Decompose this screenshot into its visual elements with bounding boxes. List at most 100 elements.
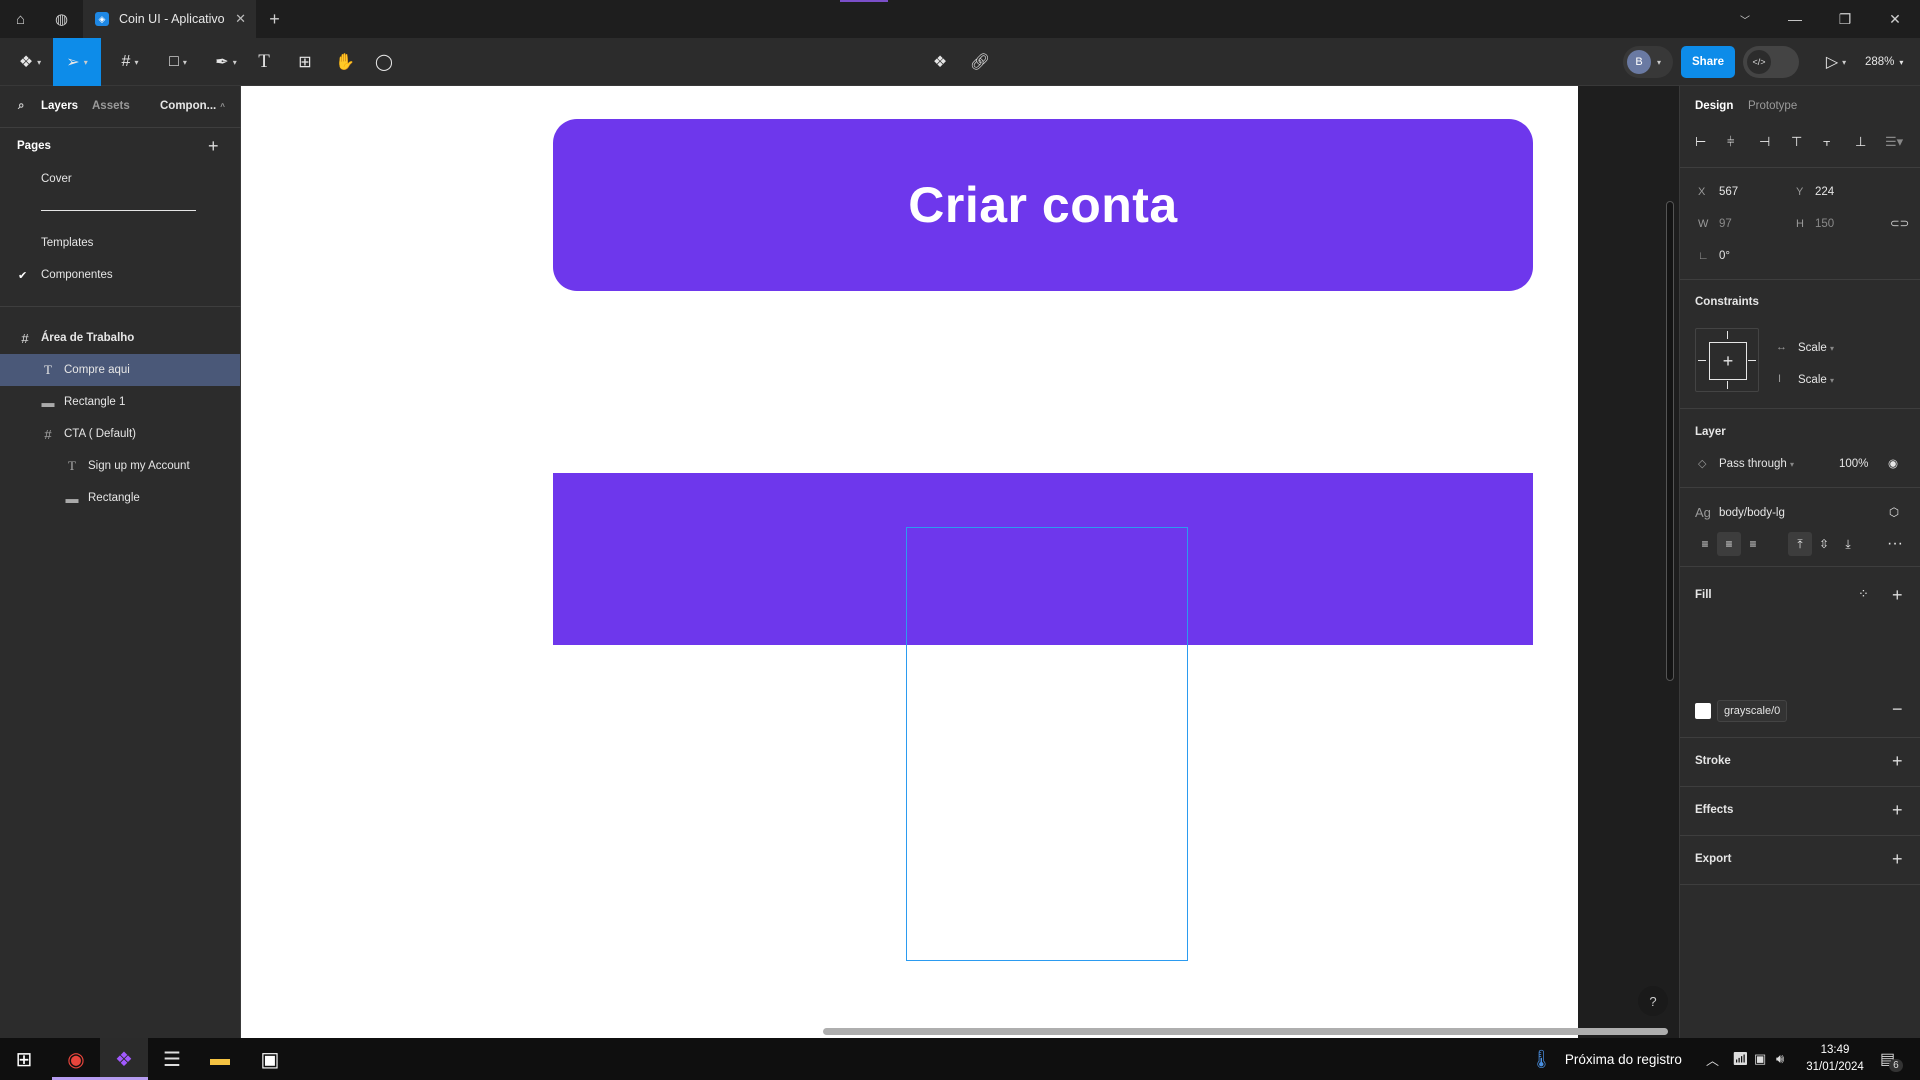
page-item-cover[interactable]: Cover	[41, 173, 72, 185]
page-item-templates[interactable]: Templates	[41, 237, 93, 249]
hand-tool-button[interactable]: ✋	[333, 38, 357, 86]
more-text-options-button[interactable]: ···	[1883, 532, 1907, 556]
volume-icon[interactable]: 🔊︎	[1776, 1038, 1784, 1080]
selection-box-compre-aqui[interactable]	[906, 527, 1188, 961]
rotation-input[interactable]: 0°	[1719, 250, 1730, 262]
move-tool-button[interactable]: ➢ ▾	[53, 38, 101, 86]
community-button[interactable]: ◍	[41, 0, 82, 38]
dev-mode-toggle[interactable]: </>	[1743, 46, 1799, 78]
h-input[interactable]: 150	[1815, 218, 1834, 230]
vertical-align-bottom-button[interactable]: ⤓	[1836, 532, 1860, 556]
comment-tool-button[interactable]: ◯	[372, 38, 396, 86]
main-menu-button[interactable]: ❖ ▾	[10, 38, 50, 86]
start-button[interactable]: ⊞	[0, 1038, 48, 1080]
detach-style-icon[interactable]: ⬡	[1889, 505, 1899, 519]
text-style-name[interactable]: body/body-lg	[1719, 507, 1785, 519]
tab-assets[interactable]: Assets	[92, 86, 130, 126]
align-horizontal-center-icon[interactable]: ⫩	[1727, 134, 1734, 150]
distribute-icon[interactable]: ☰▾	[1885, 134, 1903, 150]
blend-mode-dropdown[interactable]: Pass through ▾	[1719, 458, 1794, 470]
add-page-button[interactable]: +	[208, 136, 219, 157]
tab-prototype[interactable]: Prototype	[1748, 100, 1797, 112]
taskbar-file-explorer[interactable]: ▬	[196, 1038, 244, 1080]
page-item-componentes[interactable]: Componentes	[41, 269, 113, 281]
text-tool-button[interactable]: T	[252, 38, 276, 86]
add-stroke-button[interactable]: +	[1892, 752, 1903, 770]
tab-title: Coin UI - Aplicativo	[119, 12, 225, 26]
horizontal-constraint-dropdown[interactable]: Scale ▾	[1798, 342, 1834, 354]
align-bottom-icon[interactable]: ⊥	[1855, 134, 1866, 150]
layer-row[interactable]: T Sign up my Account	[0, 450, 240, 482]
y-input[interactable]: 224	[1815, 186, 1834, 198]
create-component-button[interactable]: ❖	[928, 38, 952, 86]
artboard-frame[interactable]: Criar conta	[241, 86, 1578, 1038]
shape-tool-button[interactable]: □ ▾	[158, 38, 198, 86]
fill-color-swatch[interactable]	[1695, 703, 1711, 719]
tab-layers[interactable]: Layers	[41, 86, 78, 126]
add-export-button[interactable]: +	[1892, 850, 1903, 868]
text-align-right-button[interactable]: ≡	[1741, 532, 1765, 556]
notifications-button[interactable]: ▤ 6	[1880, 1038, 1903, 1080]
show-hidden-icons-button[interactable]: ︿	[1706, 1038, 1719, 1080]
vertical-align-middle-button[interactable]: ⇳	[1812, 532, 1836, 556]
fill-style-name[interactable]: grayscale/0	[1717, 700, 1788, 722]
zoom-dropdown[interactable]: 288% ▾	[1865, 38, 1903, 86]
text-align-left-button[interactable]: ≡	[1693, 532, 1717, 556]
constraints-widget[interactable]: +	[1695, 328, 1759, 392]
page-item-divider[interactable]	[41, 210, 196, 211]
layer-row[interactable]: ▬ Rectangle 1	[0, 386, 240, 418]
close-tab-icon[interactable]: ✕	[235, 11, 246, 27]
taskbar-figma[interactable]: ❖	[100, 1038, 148, 1080]
tab-design[interactable]: Design	[1695, 100, 1733, 112]
close-window-button[interactable]: ✕	[1870, 0, 1920, 38]
display-icon[interactable]: ▣	[1754, 1038, 1766, 1080]
link-button[interactable]: 🔗︎	[968, 38, 992, 86]
align-top-icon[interactable]: ⊤	[1791, 134, 1802, 150]
multiplayer-avatars[interactable]: B ▾	[1623, 46, 1673, 78]
horizontal-scrollbar[interactable]	[823, 1028, 1668, 1035]
vertical-align-top-button[interactable]: ⤒	[1788, 532, 1812, 556]
remove-fill-button[interactable]: −	[1892, 700, 1903, 718]
layer-row-selected[interactable]: T Compre aqui	[0, 354, 240, 386]
resources-button[interactable]: ⊞	[293, 38, 317, 86]
clock[interactable]: 13:49 31/01/2024	[1800, 1042, 1870, 1076]
search-layers-button[interactable]: ⌕	[18, 86, 24, 126]
present-button[interactable]: ▷ ▾	[1820, 38, 1852, 86]
pen-tool-button[interactable]: ✒ ▾	[206, 38, 246, 86]
taskbar-settings-app[interactable]: ☰	[148, 1038, 196, 1080]
cta-button[interactable]: Criar conta	[553, 119, 1533, 291]
home-button[interactable]: ⌂	[0, 0, 41, 38]
w-input[interactable]: 97	[1719, 218, 1732, 230]
tab-coin-ui[interactable]: ◈ Coin UI - Aplicativo ✕	[83, 0, 256, 38]
frame-tool-button[interactable]: # ▾	[110, 38, 150, 86]
layer-row[interactable]: # CTA ( Default)	[0, 418, 240, 450]
style-grid-icon[interactable]: ⁘	[1858, 586, 1869, 602]
page-dropdown[interactable]: Compon... ^	[160, 86, 225, 126]
canvas[interactable]: Criar conta ?	[241, 86, 1679, 1038]
constrain-proportions-icon[interactable]: ⊂⊃	[1890, 216, 1909, 230]
layer-row[interactable]: ▬ Rectangle	[0, 482, 240, 514]
new-tab-button[interactable]: +	[254, 0, 295, 38]
layer-row[interactable]: # Área de Trabalho	[0, 322, 240, 354]
restore-button[interactable]: ❐	[1820, 0, 1870, 38]
add-fill-button[interactable]: +	[1892, 586, 1903, 604]
align-left-icon[interactable]: ⊢	[1695, 134, 1706, 150]
network-icon[interactable]: 📶︎	[1732, 1038, 1749, 1080]
text-align-center-button[interactable]: ≡	[1717, 532, 1741, 556]
help-button[interactable]: ?	[1638, 986, 1668, 1016]
cursor-icon: ➢	[66, 54, 80, 71]
minimize-button[interactable]: —	[1770, 0, 1820, 38]
vertical-constraint-dropdown[interactable]: Scale ▾	[1798, 374, 1834, 386]
weather-widget[interactable]: 🌡︎ Próxima do registro	[1530, 1038, 1682, 1080]
taskbar-store[interactable]: ▣	[246, 1038, 294, 1080]
vertical-scrollbar[interactable]	[1666, 201, 1674, 681]
align-right-icon[interactable]: ⊣	[1759, 134, 1770, 150]
share-button[interactable]: Share	[1681, 46, 1735, 78]
tabs-dropdown-button[interactable]: ﹀	[1720, 0, 1770, 38]
add-effect-button[interactable]: +	[1892, 801, 1903, 819]
eye-icon[interactable]: ◉	[1888, 456, 1898, 470]
align-vertical-center-icon[interactable]: ⫟	[1823, 134, 1831, 150]
x-input[interactable]: 567	[1719, 186, 1738, 198]
taskbar-chrome[interactable]: ◉	[52, 1038, 100, 1080]
opacity-input[interactable]: 100%	[1839, 458, 1868, 470]
